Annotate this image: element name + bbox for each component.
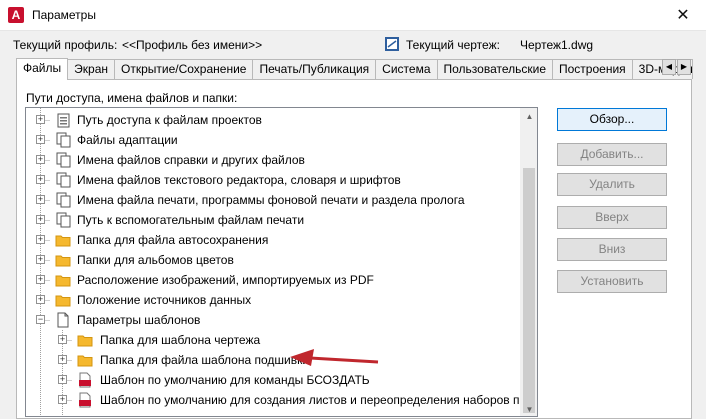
multi-document-icon <box>56 172 71 188</box>
expand-toggle[interactable]: + <box>36 135 45 144</box>
folder-icon <box>77 335 93 347</box>
tree-item-label: Шаблон по умолчанию для создания листов … <box>100 393 538 407</box>
tree-item[interactable]: + Путь к вспомогательным файлам печати <box>26 210 521 230</box>
collapse-toggle[interactable]: − <box>36 315 45 324</box>
tree-item[interactable]: + Имена файла печати, программы фоновой … <box>26 190 521 210</box>
current-drawing-value: Чертеж1.dwg <box>520 38 594 52</box>
tree-vertical-scrollbar[interactable]: ▲ ▼ <box>520 108 537 416</box>
dwt-file-icon <box>79 372 91 388</box>
tab-display[interactable]: Экран <box>67 59 115 79</box>
expand-toggle[interactable]: + <box>58 375 67 384</box>
multi-document-icon <box>56 152 71 168</box>
tree-child-item[interactable]: + Папка для шаблона чертежа <box>26 330 521 350</box>
tab-user-preferences[interactable]: Пользовательские <box>436 59 553 79</box>
tree-item[interactable]: + Имена файлов текстового редактора, сло… <box>26 170 521 190</box>
expand-toggle[interactable]: + <box>36 255 45 264</box>
tab-drafting[interactable]: Построения <box>552 59 633 79</box>
expand-toggle[interactable]: + <box>58 395 67 404</box>
drawing-file-icon <box>385 37 399 51</box>
document-icon <box>57 312 69 328</box>
expand-toggle[interactable]: + <box>36 195 45 204</box>
tree-item-label: Файлы адаптации <box>77 133 178 147</box>
tree-item-label: Параметры шаблонов <box>77 313 201 327</box>
current-drawing-label: Текущий чертеж: <box>406 38 500 52</box>
current-profile-value: <<Профиль без имени>> <box>122 38 263 52</box>
tree-item[interactable]: + Имена файлов справки и других файлов <box>26 150 521 170</box>
browse-button[interactable]: Обзор... <box>557 108 667 131</box>
title-bar: A Параметры ✕ <box>0 0 706 31</box>
project-files-icon <box>57 113 70 128</box>
app-icon: A <box>8 7 24 23</box>
scroll-down-arrow[interactable]: ▼ <box>521 401 537 416</box>
profile-row: Текущий профиль: <<Профиль без имени>> Т… <box>0 38 706 56</box>
tree-item-label: Папки для альбомов цветов <box>77 253 234 267</box>
multi-document-icon <box>56 132 71 148</box>
tree-item-label: Путь доступа к файлам проектов <box>77 113 262 127</box>
expand-toggle[interactable]: + <box>36 175 45 184</box>
expand-toggle[interactable]: + <box>36 295 45 304</box>
tree-child-item[interactable]: + Шаблон по умолчанию для создания листо… <box>26 390 537 410</box>
tree-item-template-settings[interactable]: − Параметры шаблонов <box>26 310 521 330</box>
tab-scroll-right-button[interactable]: ▶ <box>677 59 691 75</box>
tree-item-label: Расположение изображений, импортируемых … <box>77 273 374 287</box>
tree-item[interactable]: + Расположение изображений, импортируемы… <box>26 270 521 290</box>
close-button[interactable]: ✕ <box>660 0 706 31</box>
move-up-button[interactable]: Вверх <box>557 206 667 229</box>
multi-document-icon <box>56 192 71 208</box>
tree-item[interactable]: + Путь доступа к файлам проектов <box>26 110 521 130</box>
expand-toggle[interactable]: + <box>36 235 45 244</box>
tab-strip: Файлы Экран Открытие/Сохранение Печать/П… <box>16 58 693 80</box>
tree-item[interactable]: + Папки для альбомов цветов <box>26 250 521 270</box>
folder-icon <box>55 235 71 247</box>
dwt-file-icon <box>79 392 91 408</box>
tree-item-label: Шаблон по умолчанию для команды БСОЗДАТЬ <box>100 373 370 387</box>
tree-item[interactable]: + Файлы адаптации <box>26 130 521 150</box>
tree-item-label: Путь к вспомогательным файлам печати <box>77 213 305 227</box>
tree-item[interactable]: + Папка для файла автосохранения <box>26 230 521 250</box>
window-title: Параметры <box>32 8 96 22</box>
folder-icon <box>55 275 71 287</box>
expand-toggle[interactable]: + <box>58 335 67 344</box>
expand-toggle[interactable]: + <box>36 115 45 124</box>
annotation-arrow <box>290 349 379 366</box>
current-profile-label: Текущий профиль: <box>13 38 118 52</box>
tree-item-label: Папка для файла автосохранения <box>77 233 269 247</box>
tree-item-label: Имена файла печати, программы фоновой пе… <box>77 193 465 207</box>
remove-button[interactable]: Удалить <box>557 173 667 196</box>
scroll-up-arrow[interactable]: ▲ <box>521 108 537 125</box>
tree-item-label: Имена файлов текстового редактора, слова… <box>77 173 401 187</box>
tree-child-item[interactable]: + Папка для файла шаблона подшивки <box>26 350 521 370</box>
tab-scroll-left-button[interactable]: ◀ <box>662 59 676 75</box>
tab-files[interactable]: Файлы <box>16 58 69 80</box>
tab-plot-publish[interactable]: Печать/Публикация <box>252 59 377 79</box>
tree-child-item[interactable]: + Шаблон по умолчанию для команды БСОЗДА… <box>26 370 521 390</box>
tree-item-label: Положение источников данных <box>77 293 252 307</box>
folder-icon <box>77 355 93 367</box>
tree-item[interactable]: + Положение источников данных <box>26 290 521 310</box>
expand-toggle[interactable]: + <box>58 355 67 364</box>
multi-document-icon <box>56 212 71 228</box>
expand-toggle[interactable]: + <box>36 215 45 224</box>
folder-icon <box>55 255 71 267</box>
tree-item-label: Папка для шаблона чертежа <box>100 333 261 347</box>
add-button[interactable]: Добавить... <box>557 143 667 166</box>
search-paths-tree[interactable]: + Путь доступа к файлам проектов + Файлы… <box>25 107 538 417</box>
tree-item-label: Папка для файла шаблона подшивки <box>100 353 310 367</box>
paths-label: Пути доступа, имена файлов и папки: <box>26 91 238 105</box>
tab-system[interactable]: Система <box>375 59 438 79</box>
tree-item-label: Имена файлов справки и других файлов <box>77 153 305 167</box>
set-current-button[interactable]: Установить <box>557 270 667 293</box>
move-down-button[interactable]: Вниз <box>557 238 667 261</box>
expand-toggle[interactable]: + <box>36 155 45 164</box>
folder-icon <box>55 295 71 307</box>
tab-open-save[interactable]: Открытие/Сохранение <box>114 59 254 79</box>
expand-toggle[interactable]: + <box>36 275 45 284</box>
scrollbar-thumb[interactable] <box>523 168 535 413</box>
